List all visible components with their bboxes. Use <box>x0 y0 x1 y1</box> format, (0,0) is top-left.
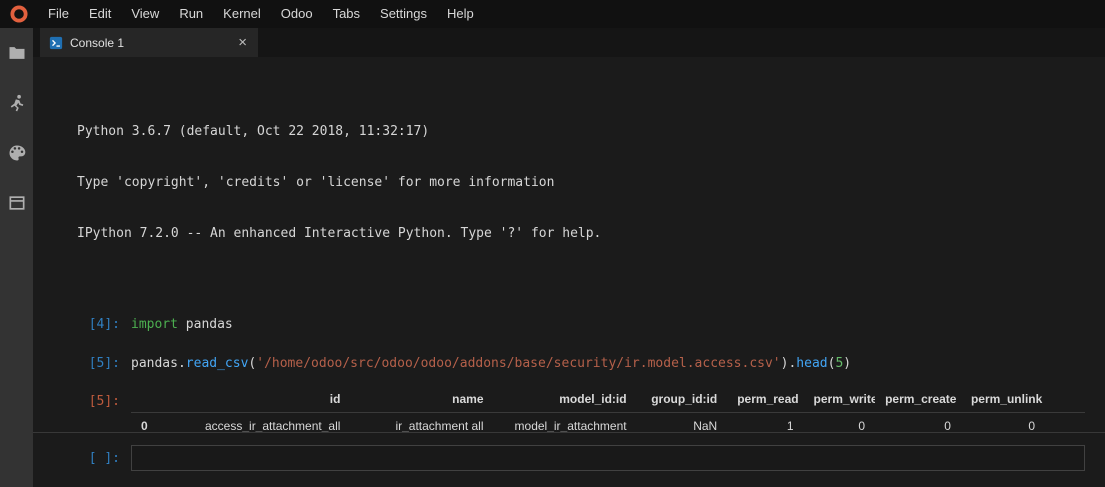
main-area: Console 1 × Python 3.6.7 (default, Oct 2… <box>33 28 1105 487</box>
code-token: read_csv <box>186 356 249 371</box>
tab-console-1[interactable]: Console 1 × <box>40 28 258 57</box>
menu-item-edit[interactable]: Edit <box>79 0 121 28</box>
code-cell-4: [4]: import pandas <box>33 316 1105 333</box>
console-tab-icon <box>49 36 63 50</box>
console-input-area: [ ]: <box>33 432 1105 487</box>
table-cell: access_ir_attachment_all <box>169 413 350 433</box>
input-prompt-empty: [ ]: <box>33 450 131 467</box>
menu-items: FileEditViewRunKernelOdooTabsSettingsHel… <box>38 0 484 28</box>
table-cell: model_ir_attachment <box>494 413 637 433</box>
table-cell: 0 <box>961 413 1085 433</box>
running-sessions-icon[interactable] <box>6 92 28 114</box>
code-token: pandas. <box>131 356 186 371</box>
table-cell: 0 <box>875 413 961 433</box>
menu-item-run[interactable]: Run <box>169 0 213 28</box>
output-content: idnamemodel_id:idgroup_id:idperm_readper… <box>131 386 1105 432</box>
input-prompt: [4]: <box>33 316 131 333</box>
input-prompt: [5]: <box>33 355 131 372</box>
table-cell: 0 <box>804 413 876 433</box>
menu-item-tabs[interactable]: Tabs <box>323 0 370 28</box>
table-row: 0access_ir_attachment_allir_attachment a… <box>131 413 1085 433</box>
column-header: perm_write <box>804 386 876 413</box>
column-header: group_id:id <box>637 386 728 413</box>
console-code-input[interactable] <box>131 445 1085 471</box>
menu-item-kernel[interactable]: Kernel <box>213 0 271 28</box>
file-browser-icon[interactable] <box>6 42 28 64</box>
menu-item-odoo[interactable]: Odoo <box>271 0 323 28</box>
index-header <box>131 386 169 413</box>
tab-label: Console 1 <box>70 36 229 50</box>
column-header: perm_read <box>727 386 803 413</box>
menu-bar: FileEditViewRunKernelOdooTabsSettingsHel… <box>0 0 1105 28</box>
banner-line: Type 'copyright', 'credits' or 'license'… <box>77 174 1105 191</box>
table-cell: ir_attachment all <box>350 413 493 433</box>
menu-item-help[interactable]: Help <box>437 0 484 28</box>
table-cell: NaN <box>637 413 728 433</box>
console-panel: Python 3.6.7 (default, Oct 22 2018, 11:3… <box>33 57 1105 487</box>
kernel-banner: Python 3.6.7 (default, Oct 22 2018, 11:3… <box>77 89 1105 276</box>
close-icon[interactable]: × <box>236 35 249 50</box>
workspace-body: Console 1 × Python 3.6.7 (default, Oct 2… <box>0 28 1105 487</box>
column-header: name <box>350 386 493 413</box>
left-sidebar <box>0 28 33 487</box>
code-token: pandas <box>178 317 233 332</box>
column-header: model_id:id <box>494 386 637 413</box>
command-palette-icon[interactable] <box>6 142 28 164</box>
code-token: ). <box>781 356 797 371</box>
menu-item-settings[interactable]: Settings <box>370 0 437 28</box>
banner-line: IPython 7.2.0 -- An enhanced Interactive… <box>77 225 1105 242</box>
tab-bar: Console 1 × <box>33 28 1105 57</box>
open-tabs-icon[interactable] <box>6 192 28 214</box>
code-line: pandas.read_csv('/home/odoo/src/odoo/odo… <box>131 355 851 372</box>
menu-item-view[interactable]: View <box>121 0 169 28</box>
odoo-logo-icon <box>0 4 38 24</box>
code-line: import pandas <box>131 316 233 333</box>
code-token: '/home/odoo/src/odoo/odoo/addons/base/se… <box>256 356 780 371</box>
banner-line: Python 3.6.7 (default, Oct 22 2018, 11:3… <box>77 123 1105 140</box>
output-cell-5: [5]: idnamemodel_id:idgroup_id:idperm_re… <box>33 386 1105 432</box>
column-header: perm_unlink <box>961 386 1085 413</box>
code-token: import <box>131 317 178 332</box>
code-token: ) <box>843 356 851 371</box>
menu-item-file[interactable]: File <box>38 0 79 28</box>
dataframe-table: idnamemodel_id:idgroup_id:idperm_readper… <box>131 386 1085 432</box>
output-prompt: [5]: <box>33 386 131 410</box>
column-header: perm_create <box>875 386 961 413</box>
row-index: 0 <box>131 413 169 433</box>
console-scrollback: Python 3.6.7 (default, Oct 22 2018, 11:3… <box>33 57 1105 432</box>
jupyterlab-window: FileEditViewRunKernelOdooTabsSettingsHel… <box>0 0 1105 487</box>
column-header: id <box>169 386 350 413</box>
code-cell-5: [5]: pandas.read_csv('/home/odoo/src/odo… <box>33 355 1105 372</box>
table-cell: 1 <box>727 413 803 433</box>
code-token: head <box>796 356 827 371</box>
